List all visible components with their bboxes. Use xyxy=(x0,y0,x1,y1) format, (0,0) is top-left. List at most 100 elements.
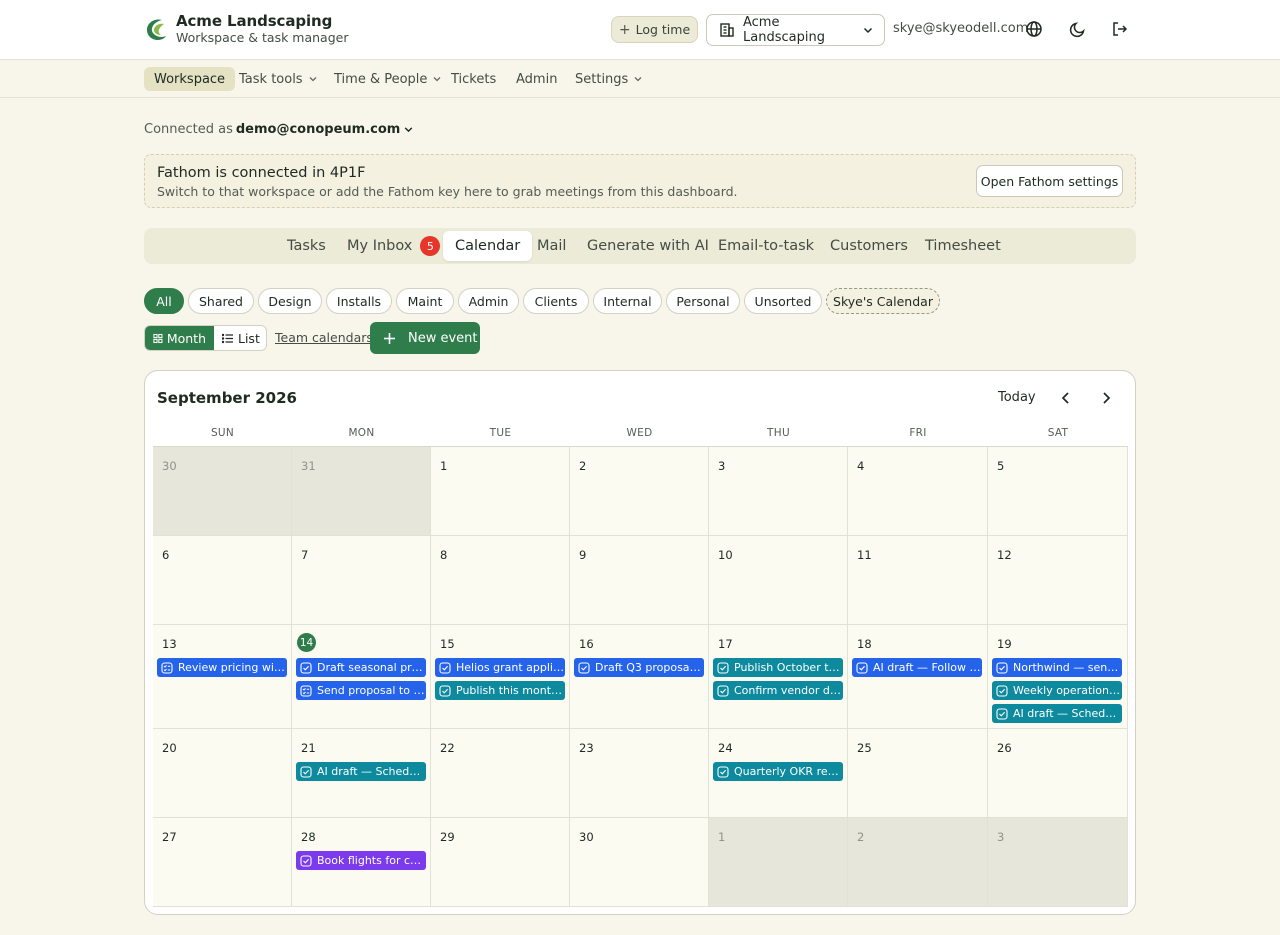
calendar-event-title: AI draft — Follow up ... xyxy=(873,661,981,674)
calendar-day-cell[interactable]: 14 Draft seasonal prop... Send proposal to… xyxy=(292,625,431,729)
calendar-day-cell[interactable]: 10 xyxy=(709,536,848,625)
calendar-event[interactable]: AI draft — Schedule ... xyxy=(296,762,426,781)
calendar-event[interactable]: AI draft — Schedule ... xyxy=(992,704,1122,723)
logout-icon[interactable] xyxy=(1111,20,1129,38)
calendar-day-cell[interactable]: 31 xyxy=(292,447,431,536)
tab-mail[interactable]: Mail xyxy=(525,231,578,261)
calendar-day-cell[interactable]: 26 xyxy=(988,729,1128,818)
nav-tickets[interactable]: Tickets xyxy=(451,67,496,91)
calendar-day-cell[interactable]: 16Draft Q3 proposal fo... xyxy=(570,625,709,729)
calendar-event[interactable]: Review pricing with ... xyxy=(157,658,287,677)
calendar-event[interactable]: Publish October tea... xyxy=(713,658,843,677)
calendar-day-cell[interactable]: 29 xyxy=(431,818,570,907)
filter-chip-clients[interactable]: Clients xyxy=(523,288,589,314)
calendar-day-cell[interactable]: 1 xyxy=(709,818,848,907)
filter-chip-shared[interactable]: Shared xyxy=(188,288,254,314)
calendar-day-cell[interactable]: 5 xyxy=(988,447,1128,536)
filter-chip-admin[interactable]: Admin xyxy=(458,288,519,314)
new-event-button[interactable]: New event xyxy=(370,322,480,354)
calendar-day-cell[interactable]: 4 xyxy=(848,447,988,536)
calendar-event[interactable]: Book flights for conf... xyxy=(296,851,426,870)
workspace-select[interactable]: Acme Landscaping xyxy=(706,14,885,46)
calendar-day-cell[interactable]: 30 xyxy=(153,447,292,536)
moon-icon[interactable] xyxy=(1069,20,1087,38)
filter-chip-installs[interactable]: Installs xyxy=(326,288,392,314)
day-number: 24 xyxy=(718,741,733,755)
chevron-left-icon[interactable] xyxy=(1057,389,1075,407)
calendar-day-cell[interactable]: 2 xyxy=(570,447,709,536)
calendar-day-cell[interactable]: 27 xyxy=(153,818,292,907)
tab-my-inbox[interactable]: My Inbox 5 xyxy=(335,231,452,261)
calendar-day-cell[interactable]: 12 xyxy=(988,536,1128,625)
calendar-day-cell[interactable]: 21AI draft — Schedule ... xyxy=(292,729,431,818)
tab-generate-ai[interactable]: Generate with AI xyxy=(575,231,721,261)
calendar-event[interactable]: Draft seasonal prop... xyxy=(296,658,426,677)
list-view-label: List xyxy=(238,330,260,346)
calendar-day-cell[interactable]: 11 xyxy=(848,536,988,625)
calendar-day-cell[interactable]: 28 Book flights for conf... xyxy=(292,818,431,907)
calendar-day-cell[interactable]: 17 Publish October tea... Confirm vendor d… xyxy=(709,625,848,729)
calendar-day-cell[interactable]: 22 xyxy=(431,729,570,818)
tab-customers-label: Customers xyxy=(830,238,908,254)
nav-admin[interactable]: Admin xyxy=(516,67,557,91)
calendar-day-cell[interactable]: 23 xyxy=(570,729,709,818)
calendar-event[interactable]: Helios grant applicat... xyxy=(435,658,565,677)
filter-chip-all[interactable]: All xyxy=(144,288,184,314)
filter-chip-maint[interactable]: Maint xyxy=(396,288,454,314)
brand[interactable]: Acme Landscaping Workspace & task manage… xyxy=(144,13,349,45)
tab-tasks[interactable]: Tasks xyxy=(275,231,338,261)
nav-task-tools[interactable]: Task tools xyxy=(239,67,318,91)
tab-calendar[interactable]: Calendar xyxy=(443,231,533,261)
calendar-day-cell[interactable]: 30 xyxy=(570,818,709,907)
nav-workspace[interactable]: Workspace xyxy=(144,67,236,91)
today-button[interactable]: Today xyxy=(998,390,1036,405)
calendar-day-cell[interactable]: 20 xyxy=(153,729,292,818)
calendar-event[interactable]: Send proposal to Ja... xyxy=(296,681,426,700)
building-icon xyxy=(720,23,734,37)
calendar-event[interactable]: Publish this month's t... xyxy=(435,681,565,700)
chevron-right-icon[interactable] xyxy=(1097,389,1115,407)
filter-chip-personal[interactable]: Personal xyxy=(666,288,740,314)
day-number: 19 xyxy=(997,637,1012,651)
filter-chip-design[interactable]: Design xyxy=(258,288,322,314)
calendar-day-cell[interactable]: 13Review pricing with ... xyxy=(153,625,292,729)
filter-chip-skyes-calendar[interactable]: Skye's Calendar xyxy=(826,288,940,314)
connected-as[interactable]: Connected as demo@conopeum.com xyxy=(144,122,414,137)
calendar-event[interactable]: AI draft — Follow up ... xyxy=(852,658,982,677)
open-fathom-settings-button[interactable]: Open Fathom settings xyxy=(976,165,1123,197)
nav-time-people[interactable]: Time & People xyxy=(334,67,442,91)
tab-calendar-label: Calendar xyxy=(455,238,521,254)
calendar-event[interactable]: Northwind — send re... xyxy=(992,658,1122,677)
calendar-day-cell[interactable]: 8 xyxy=(431,536,570,625)
calendar-event[interactable]: Quarterly OKR review xyxy=(713,762,843,781)
filter-chip-internal[interactable]: Internal xyxy=(593,288,662,314)
calendar-day-cell[interactable]: 7 xyxy=(292,536,431,625)
day-number: 3 xyxy=(718,459,726,473)
calendar-day-cell[interactable]: 3 xyxy=(709,447,848,536)
calendar-day-cell[interactable]: 6 xyxy=(153,536,292,625)
filter-chip-unsorted[interactable]: Unsorted xyxy=(744,288,822,314)
tab-email-to-task[interactable]: Email-to-task xyxy=(706,231,826,261)
calendar-day-cell[interactable]: 15Helios grant applicat... Publish this m… xyxy=(431,625,570,729)
tab-timesheet[interactable]: Timesheet xyxy=(913,231,1013,261)
nav-settings[interactable]: Settings xyxy=(575,67,643,91)
team-calendars-link[interactable]: Team calendars xyxy=(275,330,373,345)
calendar-day-cell[interactable]: 3 xyxy=(988,818,1128,907)
month-view-button[interactable]: Month xyxy=(145,326,214,350)
log-time-button[interactable]: + Log time xyxy=(611,16,698,43)
calendar-day-cell[interactable]: 19 Northwind — send re... Weekly operation… xyxy=(988,625,1128,729)
day-number: 28 xyxy=(301,830,316,844)
calendar-event[interactable]: Confirm vendor deliv... xyxy=(713,681,843,700)
calendar-day-cell[interactable]: 2 xyxy=(848,818,988,907)
day-number: 20 xyxy=(162,741,177,755)
calendar-day-cell[interactable]: 25 xyxy=(848,729,988,818)
globe-icon[interactable] xyxy=(1025,20,1043,38)
calendar-day-cell[interactable]: 24 Quarterly OKR review xyxy=(709,729,848,818)
tab-customers[interactable]: Customers xyxy=(818,231,920,261)
calendar-event[interactable]: Weekly operations r... xyxy=(992,681,1122,700)
calendar-day-cell[interactable]: 9 xyxy=(570,536,709,625)
calendar-event[interactable]: Draft Q3 proposal fo... xyxy=(574,658,704,677)
calendar-day-cell[interactable]: 1 xyxy=(431,447,570,536)
calendar-day-cell[interactable]: 18AI draft — Follow up ... xyxy=(848,625,988,729)
list-view-button[interactable]: List xyxy=(214,326,266,350)
